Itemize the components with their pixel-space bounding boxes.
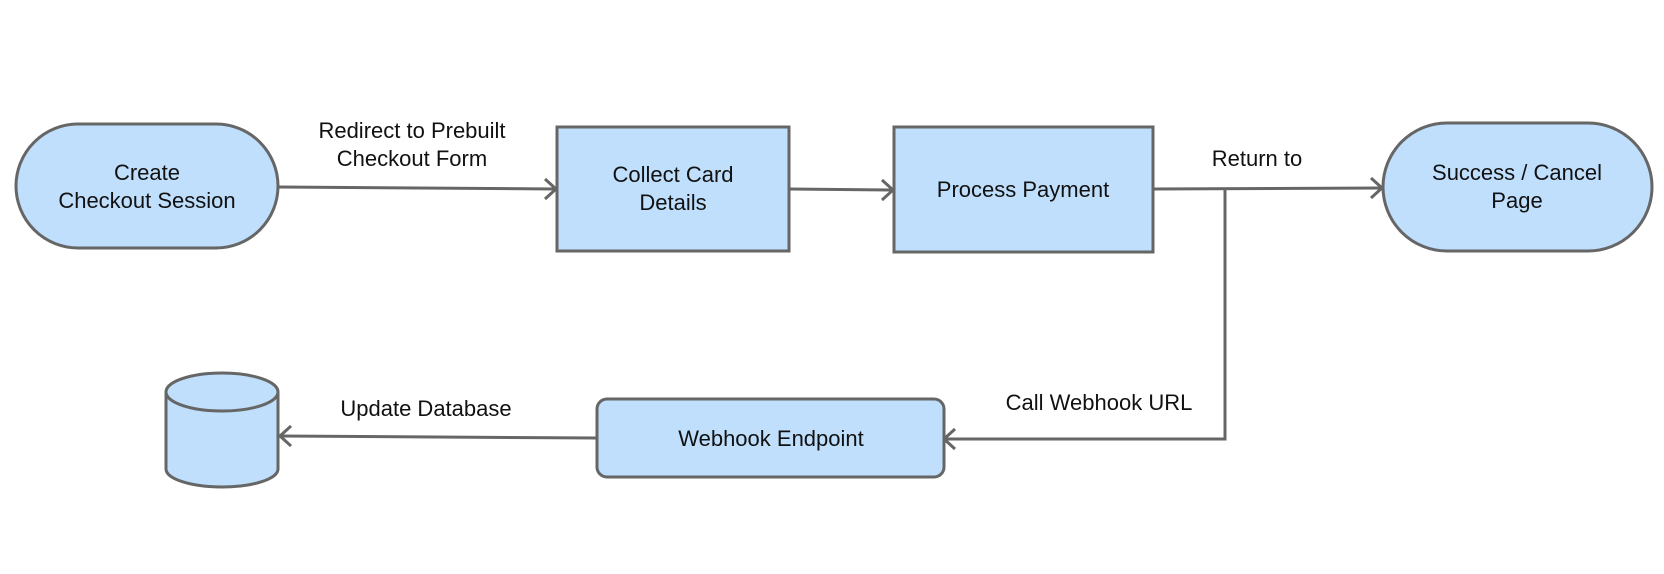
node-label: Checkout Session	[58, 188, 235, 213]
edge-webhook-to-database	[277, 424, 597, 448]
edge-line	[277, 185, 557, 191]
stadium-shape	[1381, 121, 1654, 253]
node-label: Create	[114, 160, 180, 185]
node-label: Details	[639, 190, 706, 215]
node-collect-card-details[interactable]: Collect Card Details	[555, 125, 791, 253]
flowchart-canvas: Create Checkout Session Collect Card Det…	[14, 118, 1654, 489]
stadium-shape	[14, 122, 280, 250]
edge-collect-to-process	[788, 178, 896, 202]
node-label: Process Payment	[937, 177, 1109, 202]
edge-line	[279, 434, 597, 440]
edge-process-to-success	[1152, 176, 1385, 200]
rectangle-shape	[555, 125, 791, 253]
edge-line	[788, 187, 894, 192]
edge-label: Checkout Form	[337, 146, 487, 171]
node-label: Success / Cancel	[1432, 160, 1602, 185]
edge-label: Call Webhook URL	[1006, 390, 1193, 415]
node-webhook-endpoint[interactable]: Webhook Endpoint	[595, 397, 946, 479]
node-process-payment[interactable]: Process Payment	[892, 125, 1155, 254]
edge-label: Return to	[1212, 146, 1303, 171]
node-create-checkout-session[interactable]: Create Checkout Session	[14, 122, 280, 250]
node-label: Page	[1491, 188, 1542, 213]
node-label: Collect Card	[612, 162, 733, 187]
database-cylinder-top	[164, 371, 280, 413]
edge-label: Update Database	[340, 396, 511, 421]
edge-label: Redirect to Prebuilt	[318, 118, 505, 143]
node-database[interactable]	[164, 371, 280, 489]
node-label: Webhook Endpoint	[678, 426, 864, 451]
edge-line	[1152, 186, 1383, 191]
edge-create-to-collect	[277, 177, 559, 201]
node-success-cancel-page[interactable]: Success / Cancel Page	[1381, 121, 1654, 253]
